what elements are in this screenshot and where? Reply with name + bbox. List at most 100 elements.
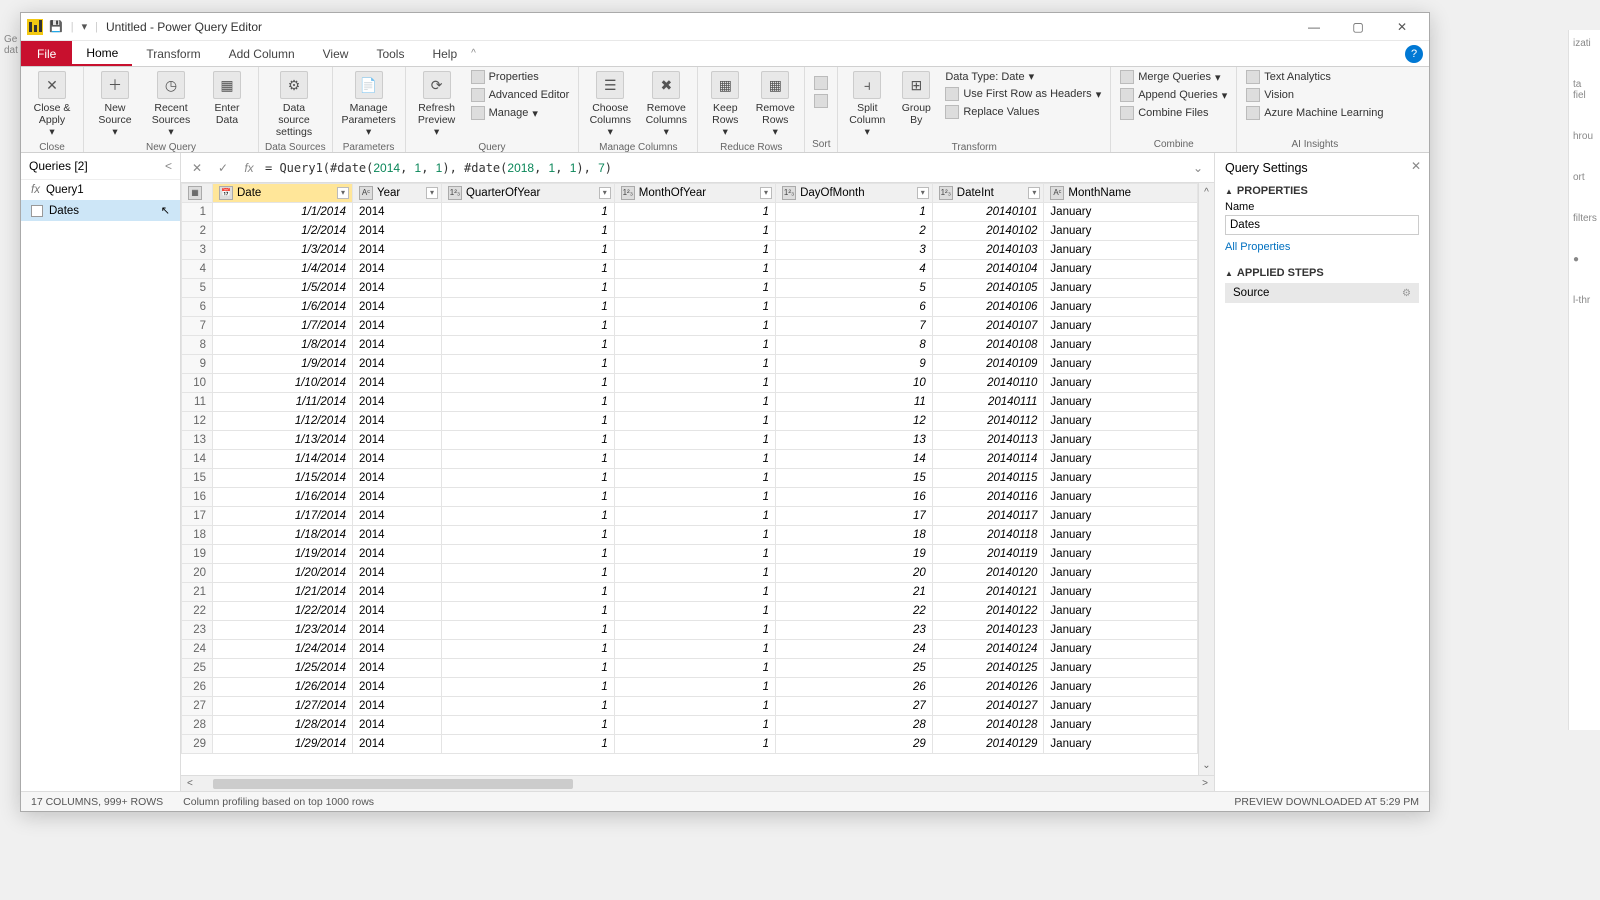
cell-day[interactable]: 4 [776, 260, 933, 279]
cell-monthname[interactable]: January [1044, 640, 1198, 659]
cell-dateint[interactable]: 20140117 [932, 507, 1044, 526]
cell-monthname[interactable]: January [1044, 222, 1198, 241]
cell-quarter[interactable]: 1 [441, 678, 614, 697]
cell-date[interactable]: 1/18/2014 [213, 526, 353, 545]
merge-queries-button[interactable]: Merge Queries▾ [1117, 69, 1230, 85]
cell-quarter[interactable]: 1 [441, 336, 614, 355]
filter-dropdown-icon[interactable]: ▾ [760, 187, 772, 199]
formula-text[interactable]: = Query1(#date(2014, 1, 1), #date(2018, … [265, 161, 1182, 175]
cell-dateint[interactable]: 20140124 [932, 640, 1044, 659]
data-source-settings-button[interactable]: ⚙Data source settings [265, 69, 323, 140]
cell-month[interactable]: 1 [614, 583, 775, 602]
cell-day[interactable]: 7 [776, 317, 933, 336]
cell-dateint[interactable]: 20140128 [932, 716, 1044, 735]
cell-quarter[interactable]: 1 [441, 659, 614, 678]
cell-monthname[interactable]: January [1044, 564, 1198, 583]
cell-monthname[interactable]: January [1044, 659, 1198, 678]
cell-day[interactable]: 16 [776, 488, 933, 507]
filter-dropdown-icon[interactable]: ▾ [337, 187, 349, 199]
cell-day[interactable]: 2 [776, 222, 933, 241]
cell-quarter[interactable]: 1 [441, 697, 614, 716]
cell-day[interactable]: 11 [776, 393, 933, 412]
refresh-preview-button[interactable]: ⟳Refresh Preview▾ [412, 69, 462, 140]
filter-dropdown-icon[interactable]: ▾ [917, 187, 929, 199]
cell-quarter[interactable]: 1 [441, 222, 614, 241]
cell-dateint[interactable]: 20140121 [932, 583, 1044, 602]
cell-quarter[interactable]: 1 [441, 241, 614, 260]
cell-day[interactable]: 27 [776, 697, 933, 716]
cell-year[interactable]: 2014 [353, 545, 442, 564]
cell-dateint[interactable]: 20140111 [932, 393, 1044, 412]
cell-dateint[interactable]: 20140102 [932, 222, 1044, 241]
filter-dropdown-icon[interactable]: ▾ [599, 187, 611, 199]
cell-date[interactable]: 1/13/2014 [213, 431, 353, 450]
cell-date[interactable]: 1/14/2014 [213, 450, 353, 469]
manage-button[interactable]: Manage▾ [468, 105, 573, 121]
cell-year[interactable]: 2014 [353, 317, 442, 336]
table-row[interactable]: 101/10/20142014111020140110January [182, 374, 1198, 393]
table-row[interactable]: 181/18/20142014111820140118January [182, 526, 1198, 545]
cell-year[interactable]: 2014 [353, 241, 442, 260]
step-source[interactable]: Source ⚙ [1225, 283, 1419, 303]
cell-month[interactable]: 1 [614, 393, 775, 412]
vertical-scrollbar[interactable]: ^⌄ [1198, 183, 1214, 775]
cell-date[interactable]: 1/22/2014 [213, 602, 353, 621]
cell-year[interactable]: 2014 [353, 735, 442, 754]
sort-asc-button[interactable] [811, 75, 831, 91]
group-by-button[interactable]: ⊞Group By [896, 69, 936, 128]
cell-day[interactable]: 15 [776, 469, 933, 488]
use-first-row-button[interactable]: Use First Row as Headers▾ [942, 86, 1104, 102]
table-row[interactable]: 31/3/2014201411320140103January [182, 241, 1198, 260]
cell-year[interactable]: 2014 [353, 640, 442, 659]
table-row[interactable]: 161/16/20142014111620140116January [182, 488, 1198, 507]
cell-month[interactable]: 1 [614, 298, 775, 317]
table-row[interactable]: 211/21/20142014112120140121January [182, 583, 1198, 602]
cell-month[interactable]: 1 [614, 336, 775, 355]
cell-quarter[interactable]: 1 [441, 469, 614, 488]
cell-quarter[interactable]: 1 [441, 450, 614, 469]
cell-year[interactable]: 2014 [353, 659, 442, 678]
cell-quarter[interactable]: 1 [441, 317, 614, 336]
cell-quarter[interactable]: 1 [441, 260, 614, 279]
cell-year[interactable]: 2014 [353, 336, 442, 355]
cell-dateint[interactable]: 20140101 [932, 203, 1044, 222]
split-column-button[interactable]: ⫞Split Column▾ [844, 69, 890, 140]
cell-day[interactable]: 19 [776, 545, 933, 564]
cell-dateint[interactable]: 20140114 [932, 450, 1044, 469]
column-header-month[interactable]: 1²₃MonthOfYear▾ [614, 184, 775, 203]
cell-monthname[interactable]: January [1044, 621, 1198, 640]
cell-year[interactable]: 2014 [353, 412, 442, 431]
cell-year[interactable]: 2014 [353, 469, 442, 488]
table-row[interactable]: 151/15/20142014111520140115January [182, 469, 1198, 488]
cell-date[interactable]: 1/29/2014 [213, 735, 353, 754]
cell-month[interactable]: 1 [614, 222, 775, 241]
new-source-button[interactable]: ＋New Source▾ [90, 69, 140, 140]
cell-day[interactable]: 22 [776, 602, 933, 621]
table-row[interactable]: 191/19/20142014111920140119January [182, 545, 1198, 564]
cell-month[interactable]: 1 [614, 697, 775, 716]
cell-date[interactable]: 1/4/2014 [213, 260, 353, 279]
cell-year[interactable]: 2014 [353, 583, 442, 602]
cell-month[interactable]: 1 [614, 431, 775, 450]
cell-dateint[interactable]: 20140127 [932, 697, 1044, 716]
cell-year[interactable]: 2014 [353, 203, 442, 222]
cell-day[interactable]: 24 [776, 640, 933, 659]
tab-help[interactable]: Help [418, 41, 471, 66]
table-row[interactable]: 61/6/2014201411620140106January [182, 298, 1198, 317]
cell-quarter[interactable]: 1 [441, 355, 614, 374]
accept-formula-icon[interactable]: ✓ [213, 161, 233, 175]
vision-button[interactable]: Vision [1243, 87, 1386, 103]
cell-monthname[interactable]: January [1044, 279, 1198, 298]
keep-rows-button[interactable]: ▦Keep Rows▾ [704, 69, 746, 140]
cell-month[interactable]: 1 [614, 621, 775, 640]
cell-quarter[interactable]: 1 [441, 735, 614, 754]
cell-dateint[interactable]: 20140109 [932, 355, 1044, 374]
table-row[interactable]: 291/29/20142014112920140129January [182, 735, 1198, 754]
table-row[interactable]: 131/13/20142014111320140113January [182, 431, 1198, 450]
manage-parameters-button[interactable]: 📄Manage Parameters▾ [339, 69, 399, 140]
cell-day[interactable]: 21 [776, 583, 933, 602]
sort-desc-button[interactable] [811, 93, 831, 109]
tab-add-column[interactable]: Add Column [215, 41, 309, 66]
cell-year[interactable]: 2014 [353, 431, 442, 450]
table-row[interactable]: 271/27/20142014112720140127January [182, 697, 1198, 716]
